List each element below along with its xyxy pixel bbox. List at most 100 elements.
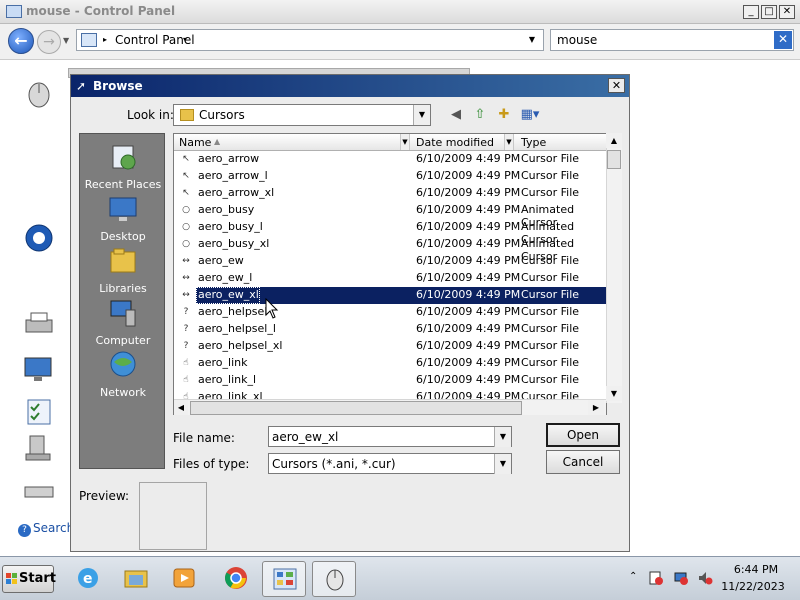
forward-button[interactable]: →	[37, 30, 61, 54]
cancel-button[interactable]: Cancel	[546, 450, 620, 474]
action-center-icon[interactable]	[648, 570, 664, 586]
chevron-down-icon[interactable]: ▼	[413, 105, 430, 125]
column-date-filter[interactable]: ▼	[504, 134, 514, 150]
column-name[interactable]: Name	[179, 136, 211, 149]
file-date: 6/10/2009 4:49 PM	[416, 203, 521, 216]
file-name-field[interactable]: aero_ew_xl ▼	[268, 426, 512, 447]
search-input[interactable]: mouse ✕	[550, 29, 794, 51]
file-row[interactable]: ? aero_helpsel_xl 6/10/2009 4:49 PM Cursor …	[174, 338, 606, 355]
file-name: aero_busy_l	[198, 220, 263, 233]
place-network[interactable]: Network	[80, 350, 166, 399]
chevron-down-icon[interactable]: ▼	[494, 427, 511, 447]
desktop-icon	[109, 197, 137, 221]
mouse-icon[interactable]	[22, 80, 56, 108]
scroll-up-icon[interactable]: ▲	[606, 133, 622, 148]
address-bar[interactable]: ▸ Control Panel ▾ ▼	[76, 29, 544, 51]
file-row[interactable]: ↖ aero_arrow 6/10/2009 4:49 PM Cursor File	[174, 151, 606, 168]
window-title: mouse - Control Panel	[26, 4, 176, 18]
file-row[interactable]: ↖ aero_arrow_l 6/10/2009 4:49 PM Cursor Fil…	[174, 168, 606, 185]
cursor-file-icon: ?	[183, 307, 189, 317]
ease-of-access-icon[interactable]	[22, 224, 56, 252]
horizontal-scrollbar[interactable]: ◀ ▶	[174, 399, 606, 415]
file-row[interactable]: ☝ aero_link_l 6/10/2009 4:49 PM Cursor File	[174, 372, 606, 389]
volume-muted-icon[interactable]	[697, 570, 713, 586]
file-row[interactable]: ? aero_helpsel 6/10/2009 4:49 PM Cursor Fil…	[174, 304, 606, 321]
close-button[interactable]: ✕	[779, 5, 795, 19]
taskbar: Start e ⌃ 6:44 PM 11/22/2023	[0, 556, 800, 600]
back-button[interactable]: ←	[8, 28, 34, 54]
horizontal-scroll-thumb[interactable]	[190, 401, 522, 415]
taskbar-chrome[interactable]	[214, 561, 258, 597]
scroll-right-icon[interactable]: ▶	[588, 400, 604, 415]
file-row[interactable]: ○ aero_busy 6/10/2009 4:49 PM Animated Curs…	[174, 202, 606, 229]
file-type: Cursor File	[521, 169, 580, 182]
taskbar-file-explorer[interactable]	[114, 561, 158, 597]
file-row[interactable]: ☝ aero_link 6/10/2009 4:49 PM Cursor File	[174, 355, 606, 372]
file-date: 6/10/2009 4:49 PM	[416, 373, 521, 386]
file-row[interactable]: ↔ aero_ew_xl 6/10/2009 4:49 PM Cursor File	[174, 287, 606, 304]
file-date: 6/10/2009 4:49 PM	[416, 339, 521, 352]
clock-date[interactable]: 11/22/2023	[720, 580, 786, 593]
column-type[interactable]: Type	[521, 136, 546, 149]
file-name: aero_arrow_l	[198, 169, 268, 182]
column-name-filter[interactable]: ▼	[400, 134, 410, 150]
look-in-dropdown[interactable]: Cursors ▼	[173, 104, 431, 126]
clock-time[interactable]: 6:44 PM	[726, 563, 786, 576]
new-folder-icon[interactable]: ✚	[495, 106, 513, 124]
recent-pages-dropdown[interactable]: ▼	[63, 36, 69, 45]
scroll-track[interactable]	[606, 133, 622, 403]
taskbar-control-panel[interactable]	[262, 561, 306, 597]
taskbar-mouse-properties[interactable]	[312, 561, 356, 597]
file-date: 6/10/2009 4:49 PM	[416, 169, 521, 182]
dialog-close-button[interactable]: ✕	[608, 78, 625, 93]
taskbar-internet-explorer[interactable]: e	[66, 561, 110, 597]
keyboard-icon[interactable]	[22, 478, 56, 506]
file-row[interactable]: ○ aero_busy_xl 6/10/2009 4:49 PM Animated C…	[174, 236, 606, 263]
chevron-down-icon[interactable]: ▼	[494, 454, 511, 474]
folder-icon	[180, 109, 194, 121]
view-menu-icon[interactable]: ▦▾	[519, 106, 541, 124]
file-type-select[interactable]: Cursors (*.ani, *.cur) ▼	[268, 453, 512, 474]
clear-search-icon[interactable]: ✕	[774, 31, 792, 49]
chevron-right-icon[interactable]: ▸	[103, 35, 107, 44]
printer-icon[interactable]	[22, 310, 56, 338]
chevron-down-icon[interactable]: ▾	[183, 35, 187, 44]
search-help-link[interactable]: ? Search	[18, 521, 74, 537]
computer-tower-icon[interactable]	[22, 434, 56, 462]
file-type-label: Files of type:	[173, 457, 250, 471]
file-row[interactable]: ↔ aero_ew_l 6/10/2009 4:49 PM Cursor File	[174, 270, 606, 287]
file-row[interactable]: ↖ aero_arrow_xl 6/10/2009 4:49 PM Cursor Fi…	[174, 185, 606, 202]
scroll-left-icon[interactable]: ◀	[174, 400, 188, 415]
file-row[interactable]: ↔ aero_ew 6/10/2009 4:49 PM Cursor File	[174, 253, 606, 270]
monitor-icon[interactable]	[22, 356, 56, 384]
dialog-titlebar: ➚ Browse ✕	[71, 75, 629, 97]
maximize-button[interactable]: □	[761, 5, 777, 19]
file-type: Cursor File	[521, 322, 580, 335]
open-button[interactable]: Open	[546, 423, 620, 447]
cursor-file-icon: ↔	[182, 290, 190, 300]
network-status-icon[interactable]	[673, 570, 689, 586]
place-libraries[interactable]: Libraries	[80, 246, 166, 295]
show-hidden-icons[interactable]: ⌃	[629, 571, 637, 582]
browse-dialog: ➚ Browse ✕ Look in: Cursors ▼ ◀ ⇧ ✚ ▦▾ R…	[70, 74, 630, 552]
places-bar: Recent Places Desktop Libraries Computer	[79, 133, 165, 469]
place-computer[interactable]: Computer	[80, 298, 166, 347]
back-arrow-icon[interactable]: ◀	[447, 106, 465, 124]
file-date: 6/10/2009 4:49 PM	[416, 271, 521, 284]
minimize-button[interactable]: _	[743, 5, 759, 19]
scroll-down-icon[interactable]: ▼	[606, 386, 622, 401]
taskbar-media-player[interactable]	[162, 561, 206, 597]
address-dropdown-icon[interactable]: ▼	[529, 35, 535, 44]
scroll-thumb[interactable]	[607, 150, 621, 169]
file-row[interactable]: ? aero_helpsel_l 6/10/2009 4:49 PM Cursor F…	[174, 321, 606, 338]
place-recent-places[interactable]: Recent Places	[80, 142, 166, 191]
up-folder-icon[interactable]: ⇧	[471, 106, 489, 124]
place-desktop[interactable]: Desktop	[80, 194, 166, 243]
vertical-scrollbar[interactable]: ▲ ▼	[606, 133, 622, 415]
column-date-modified[interactable]: Date modified	[416, 136, 494, 149]
file-row[interactable]: ○ aero_busy_l 6/10/2009 4:49 PM Animated Cu…	[174, 219, 606, 246]
file-name: aero_helpsel	[198, 305, 268, 318]
task-list-icon[interactable]	[22, 398, 56, 426]
file-list[interactable]: Name ▲ ▼ Date modified ▼ Type ↖ aero_arro…	[173, 133, 607, 415]
start-button[interactable]: Start	[2, 565, 56, 593]
